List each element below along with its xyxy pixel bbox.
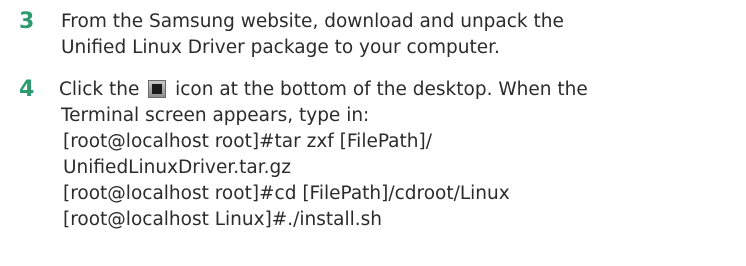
command-line: [root@localhost root]#tar zxf [FilePath]… [63, 131, 432, 152]
terminal-icon [148, 80, 167, 98]
step-line: From the Samsung website, download and u… [61, 11, 564, 32]
step-number: 3 [19, 9, 35, 34]
step-text-segment: icon at the bottom of the desktop. When … [169, 79, 588, 100]
command-block: [root@localhost root]#tar zxf [FilePath]… [59, 129, 588, 233]
step-text-segment: Click the [59, 79, 146, 100]
command-line: UnifiedLinuxDriver.tar.gz [63, 157, 291, 178]
step-line: Terminal screen appears, type in: [61, 105, 370, 126]
step-line: Unified Linux Driver package to your com… [61, 37, 500, 58]
step-text: From the Samsung website, download and u… [61, 9, 564, 61]
step-number: 4 [19, 77, 35, 102]
command-line: [root@localhost Linux]#./install.sh [63, 209, 383, 230]
step-text: Click the icon at the bottom of the desk… [59, 77, 588, 233]
step-line: Click the icon at the bottom of the desk… [59, 77, 588, 103]
command-line: [root@localhost root]#cd [FilePath]/cdro… [63, 183, 510, 204]
